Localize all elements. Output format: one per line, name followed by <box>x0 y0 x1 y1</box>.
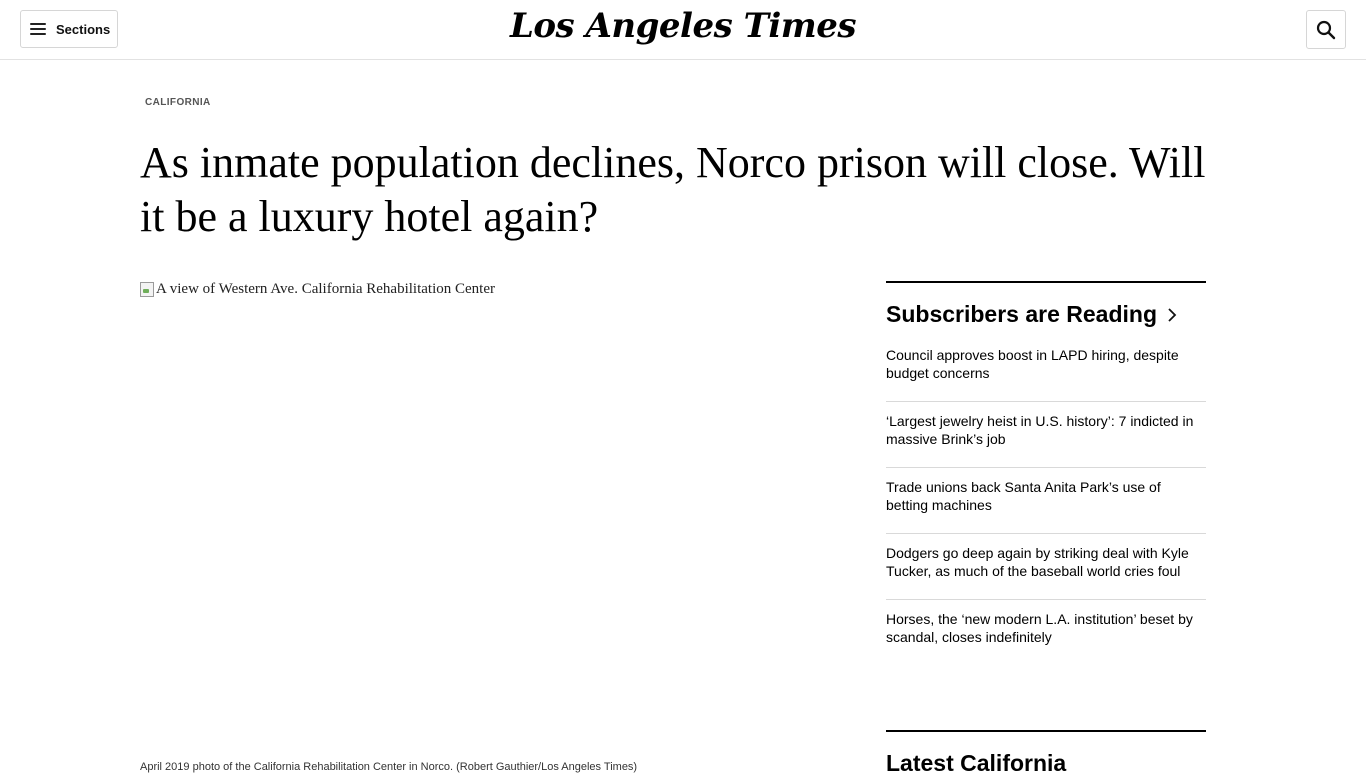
image-caption: April 2019 photo of the California Rehab… <box>140 761 638 773</box>
latest-california-title[interactable]: Latest California <box>886 750 1206 777</box>
chevron-right-icon <box>1168 307 1177 322</box>
hero-image-alt-text: A view of Western Ave. California Rehabi… <box>156 281 495 297</box>
sidebar-story-link[interactable]: Council approves boost in LAPD hiring, d… <box>886 346 1206 402</box>
sidebar-story-link[interactable]: ‘Largest jewelry heist in U.S. history’:… <box>886 412 1206 468</box>
latest-california-module: Latest California <box>886 730 1206 777</box>
subscribers-reading-module: Subscribers are Reading Council approves… <box>886 281 1206 675</box>
sidebar-story-link[interactable]: Trade unions back Santa Anita Park’s use… <box>886 478 1206 534</box>
sidebar-story-link[interactable]: Horses, the ‘new modern L.A. institution… <box>886 610 1206 665</box>
search-icon <box>1316 20 1336 39</box>
subscribers-reading-title: Subscribers are Reading <box>886 301 1157 327</box>
section-kicker[interactable]: CALIFORNIA <box>145 97 211 108</box>
top-navigation-bar: Sections Los Angeles Times <box>0 0 1366 60</box>
article-headline: As inmate population declines, Norco pri… <box>140 138 1206 241</box>
hero-image: A view of Western Ave. California Rehabi… <box>140 281 850 751</box>
sidebar-story-link[interactable]: Dodgers go deep again by striking deal w… <box>886 544 1206 600</box>
search-button[interactable] <box>1306 10 1346 49</box>
site-logo[interactable]: Los Angeles Times <box>0 6 1366 46</box>
subscribers-reading-heading[interactable]: Subscribers are Reading <box>886 301 1206 328</box>
broken-image-icon <box>140 282 154 297</box>
